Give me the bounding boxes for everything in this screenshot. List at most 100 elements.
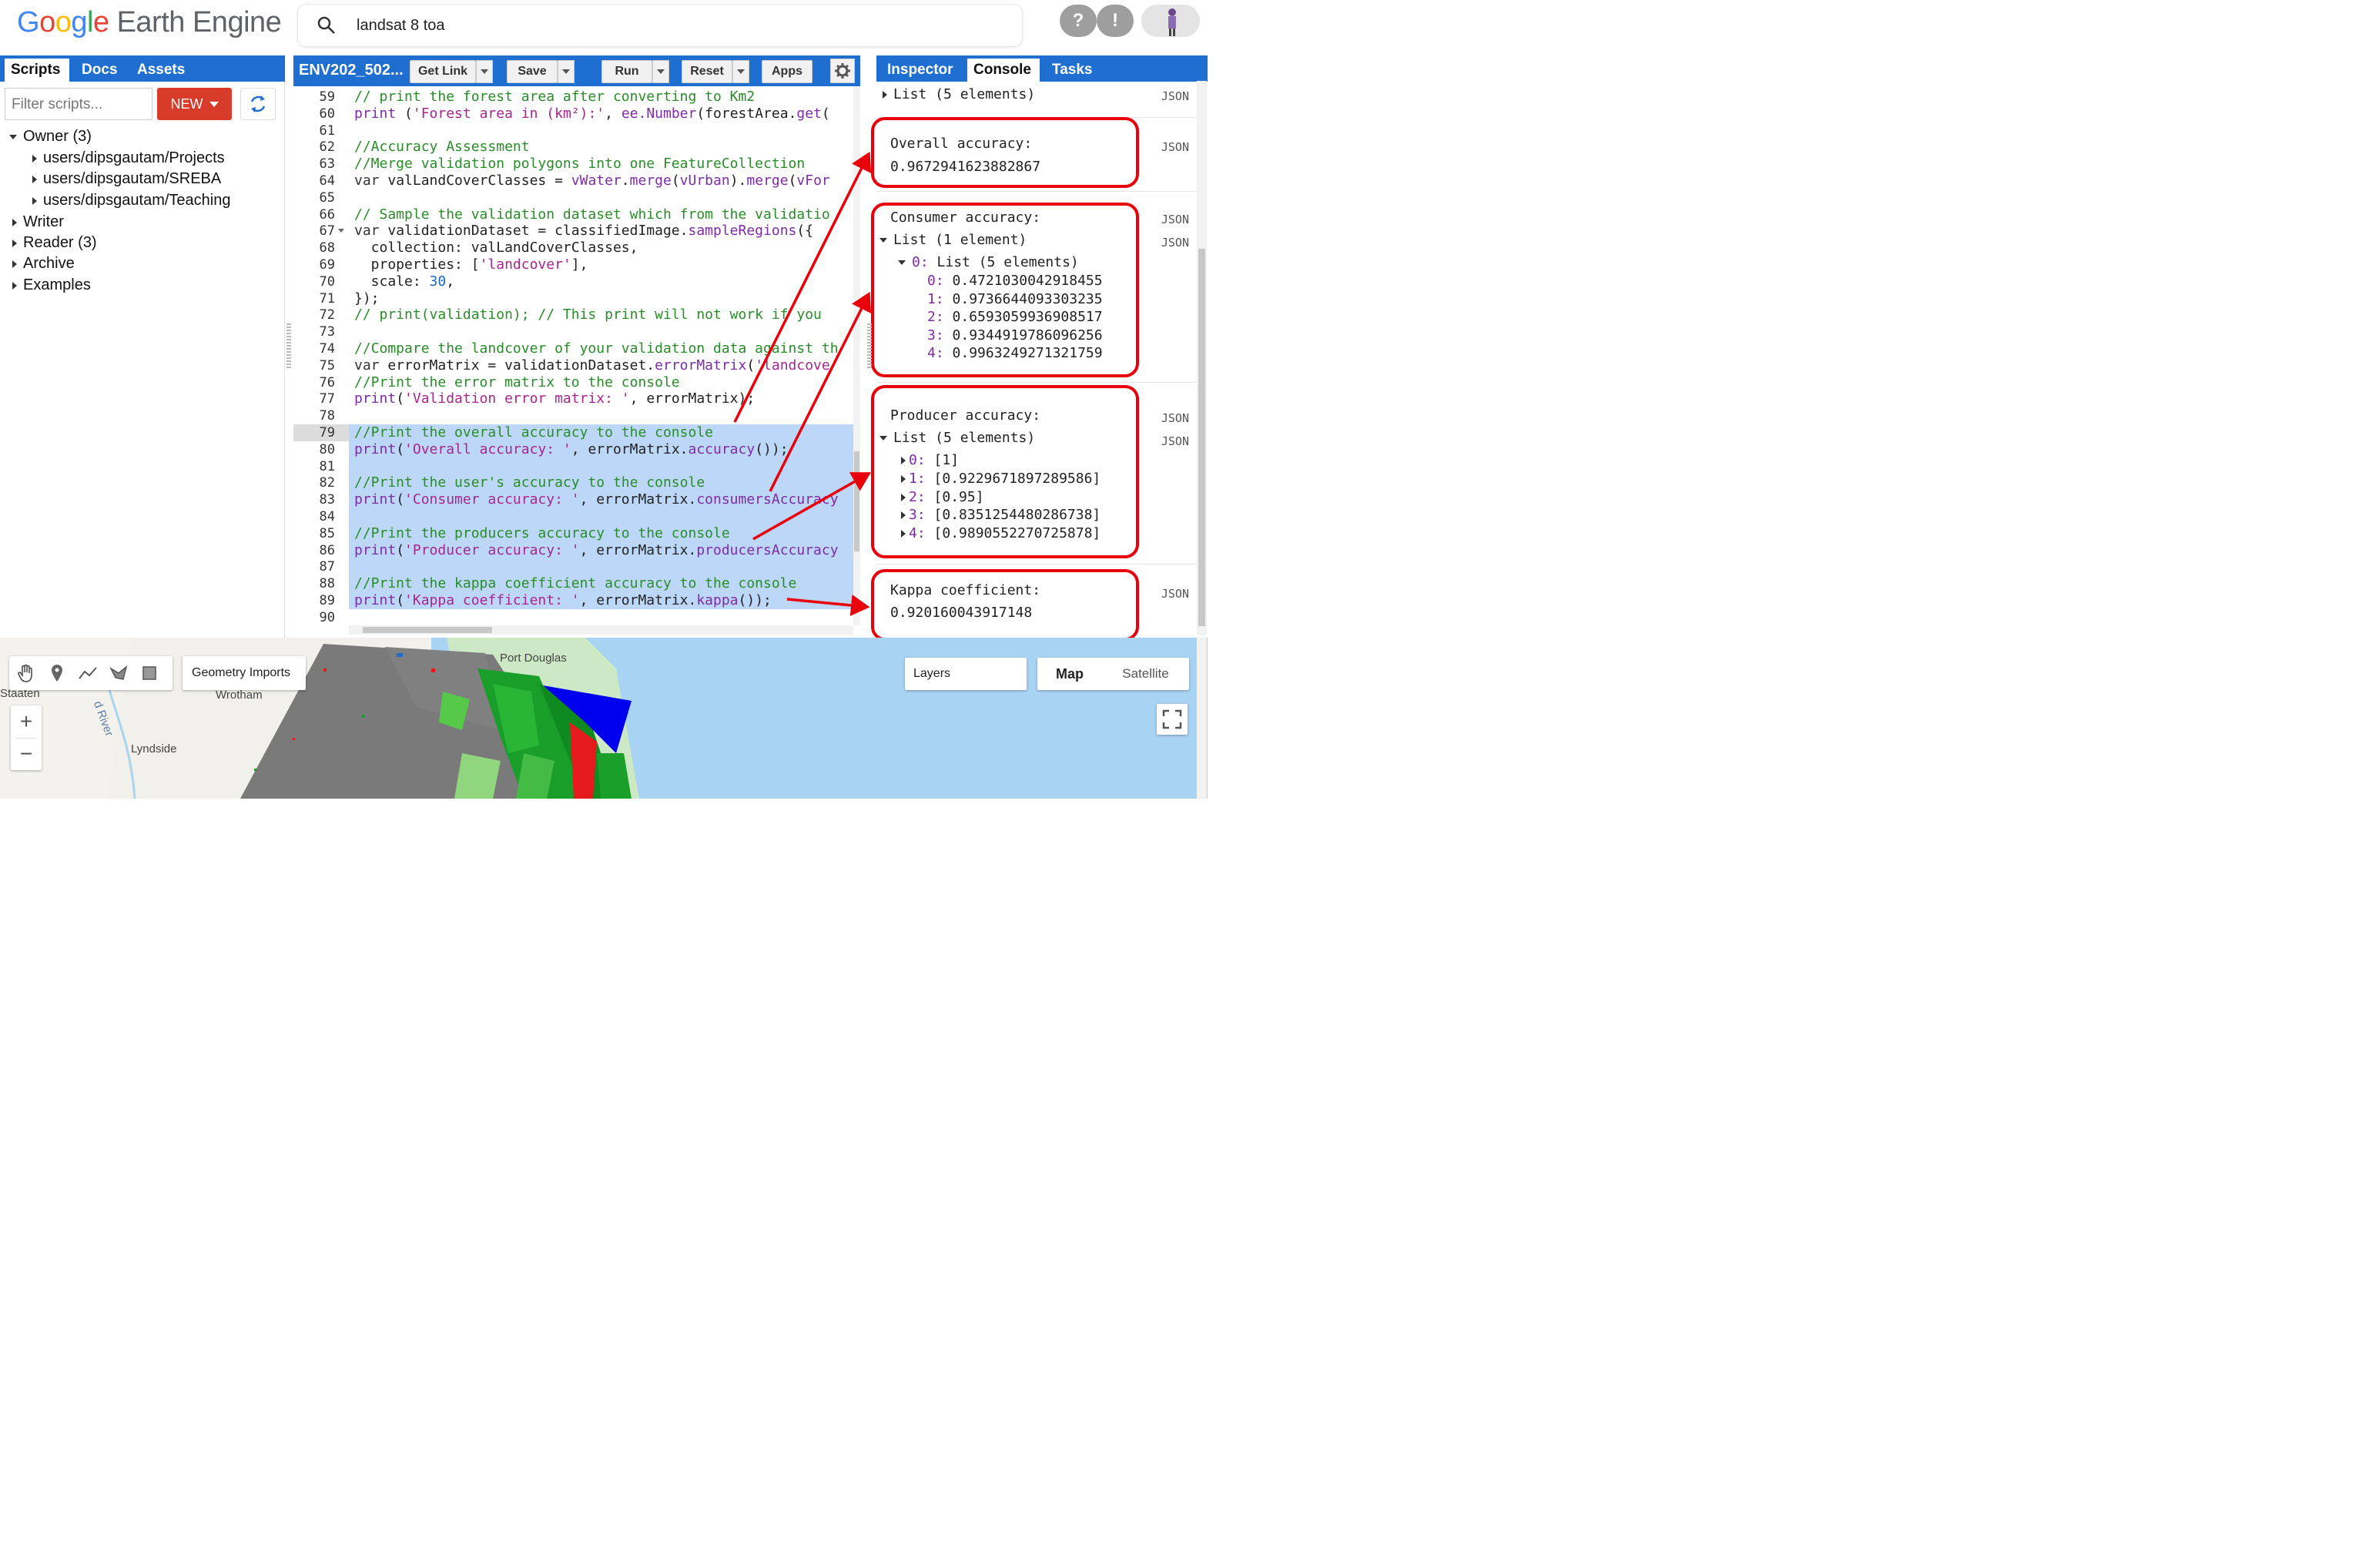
get-link-dropdown-icon[interactable]	[476, 60, 493, 83]
code-line[interactable]: print('Overall accuracy: ', errorMatrix.…	[354, 441, 789, 457]
line-icon[interactable]	[72, 656, 103, 690]
run-button[interactable]: Run	[601, 60, 652, 83]
tree-item-reader[interactable]: Reader (3)	[12, 234, 97, 252]
map-scrollbar[interactable]	[1197, 638, 1207, 799]
json-link[interactable]: JSON	[1161, 89, 1189, 103]
tab-assets[interactable]: Assets	[131, 59, 194, 82]
filter-scripts-input[interactable]: Filter scripts...	[5, 88, 152, 120]
tab-scripts[interactable]: Scripts	[5, 59, 69, 82]
code-line[interactable]: var errorMatrix = validationDataset.erro…	[354, 357, 830, 374]
search-box[interactable]: landsat 8 toa	[298, 5, 1022, 46]
code-token: // print the forest area after convertin…	[354, 89, 755, 105]
layers-button[interactable]: Layers	[905, 658, 1027, 690]
code-line[interactable]: var validationDataset = classifiedImage.…	[354, 223, 813, 239]
code-line[interactable]: //Print the user's accuracy to the conso…	[354, 474, 705, 491]
json-link[interactable]: JSON	[1161, 411, 1189, 425]
notifications-icon[interactable]: !	[1097, 5, 1134, 37]
tree-item-owner[interactable]: Owner (3)	[9, 128, 92, 146]
pan-hand-icon[interactable]	[11, 656, 42, 690]
list-summary: List (5 elements)	[893, 86, 1036, 102]
code-token: 'Forest area in (km²):'	[412, 105, 605, 122]
code-line[interactable]: print('Kappa coefficient: ', errorMatrix…	[354, 592, 772, 608]
satellite-tab[interactable]: Satellite	[1102, 658, 1189, 690]
search-input[interactable]: landsat 8 toa	[357, 17, 445, 35]
earth-engine-logo[interactable]: Google Earth Engine	[17, 6, 282, 39]
code-line[interactable]: //Print the producers accuracy to the co…	[354, 525, 730, 541]
code-line[interactable]: //Print the error matrix to the console	[354, 374, 680, 390]
geometry-imports-button[interactable]: Geometry Imports	[183, 656, 306, 690]
code-line[interactable]: print ('Forest area in (km²):', ee.Numbe…	[354, 106, 830, 122]
fold-arrow-icon[interactable]	[338, 229, 344, 233]
json-link[interactable]: JSON	[1161, 140, 1189, 154]
code-line[interactable]: scale: 30,	[354, 273, 454, 290]
collapse-arrow-icon	[12, 218, 17, 226]
avatar[interactable]	[1141, 5, 1200, 37]
tab-docs[interactable]: Docs	[75, 59, 126, 82]
tab-tasks[interactable]: Tasks	[1046, 59, 1101, 82]
tab-inspector[interactable]: Inspector	[881, 59, 963, 82]
console-scrollbar[interactable]	[1197, 81, 1207, 635]
editor-vertical-scrollbar[interactable]	[853, 86, 860, 625]
run-dropdown-icon[interactable]	[652, 60, 669, 83]
gear-icon[interactable]	[830, 59, 855, 83]
apps-button[interactable]: Apps	[762, 60, 812, 83]
rectangle-icon[interactable]	[134, 656, 165, 690]
reset-button[interactable]: Reset	[682, 60, 732, 83]
code-line[interactable]: // print(validation); // This print will…	[354, 307, 830, 323]
search-icon[interactable]	[317, 15, 337, 39]
tree-item-archive[interactable]: Archive	[12, 255, 75, 273]
panel-resize-handle[interactable]	[286, 323, 291, 370]
help-icon[interactable]: ?	[1060, 5, 1097, 37]
get-link-button[interactable]: Get Link	[410, 60, 476, 83]
reset-dropdown-icon[interactable]	[732, 60, 749, 83]
tab-console[interactable]: Console	[967, 59, 1040, 82]
tree-item-teaching[interactable]: users/dipsgautam/Teaching	[32, 192, 230, 209]
tree-item-projects[interactable]: users/dipsgautam/Projects	[32, 149, 225, 167]
code-token: (	[396, 491, 405, 508]
code-line[interactable]: });	[354, 290, 380, 307]
scrollbar-thumb[interactable]	[854, 451, 859, 551]
marker-icon[interactable]	[42, 656, 72, 690]
zoom-in-button[interactable]: +	[11, 705, 42, 738]
code-line[interactable]: //Print the overall accuracy to the cons…	[354, 424, 713, 441]
tree-item-sreba[interactable]: users/dipsgautam/SREBA	[32, 170, 221, 188]
code-line[interactable]: collection: valLandCoverClasses,	[354, 240, 638, 256]
code-line[interactable]: // print the forest area after convertin…	[354, 89, 755, 105]
console-list-top[interactable]: List (5 elements)	[883, 86, 1035, 102]
code-line[interactable]: properties: ['landcover'],	[354, 256, 588, 273]
code-line[interactable]: print('Validation error matrix: ', error…	[354, 390, 755, 407]
scrollbar-thumb[interactable]	[363, 627, 492, 633]
panel-resize-handle[interactable]	[867, 323, 872, 370]
code-line[interactable]: print('Consumer accuracy: ', errorMatrix…	[354, 491, 839, 508]
tree-item-writer[interactable]: Writer	[12, 213, 64, 231]
scrollbar-thumb[interactable]	[1198, 249, 1205, 626]
code-token: 'landcover'	[479, 256, 571, 273]
tree-label: users/dipsgautam/SREBA	[43, 170, 222, 187]
zoom-out-button[interactable]: −	[11, 738, 42, 770]
json-link[interactable]: JSON	[1161, 434, 1189, 448]
code-token: properties: [	[354, 256, 480, 273]
new-button[interactable]: NEW	[157, 88, 232, 120]
editor-horizontal-scrollbar[interactable]	[349, 625, 853, 635]
code-line[interactable]: //Accuracy Assessment	[354, 139, 530, 155]
code-line[interactable]: var valLandCoverClasses = vWater.merge(v…	[354, 173, 830, 189]
fullscreen-icon[interactable]	[1157, 704, 1188, 735]
code-line[interactable]: print('Producer accuracy: ', errorMatrix…	[354, 542, 839, 558]
json-link[interactable]: JSON	[1161, 587, 1189, 601]
tree-item-examples[interactable]: Examples	[12, 276, 91, 294]
json-link[interactable]: JSON	[1161, 236, 1189, 250]
save-dropdown-icon[interactable]	[558, 60, 575, 83]
code-line[interactable]: //Compare the landcover of your validati…	[354, 340, 839, 357]
map-tab[interactable]: Map	[1037, 658, 1102, 690]
code-area[interactable]: // print the forest area after convertin…	[349, 86, 853, 625]
json-link[interactable]: JSON	[1161, 213, 1189, 226]
line-number: 69	[319, 257, 335, 273]
code-line[interactable]: // Sample the validation dataset which f…	[354, 206, 830, 223]
line-number: 71	[319, 290, 335, 307]
code-line[interactable]: //Merge validation polygons into one Fea…	[354, 156, 805, 172]
polygon-icon[interactable]	[103, 656, 134, 690]
map-view[interactable]: Port Douglas Staaten Wrotham Lyndside d …	[0, 638, 1208, 799]
save-button[interactable]: Save	[507, 60, 558, 83]
code-line[interactable]: //Print the kappa coefficient accuracy t…	[354, 575, 796, 591]
refresh-icon[interactable]	[240, 88, 276, 120]
